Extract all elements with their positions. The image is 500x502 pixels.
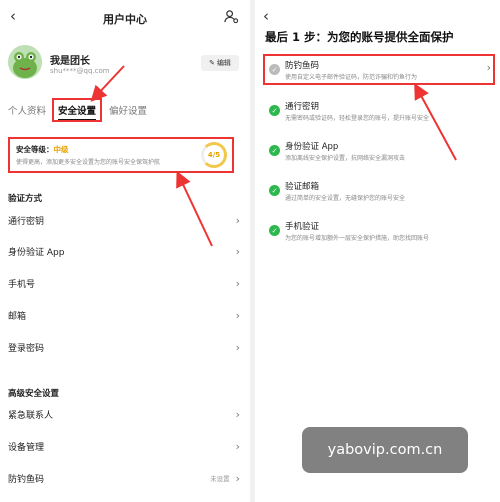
avatar[interactable] xyxy=(8,45,42,79)
chevron-right-icon: › xyxy=(235,471,240,485)
step-desc: 添加离线安全保护设置，抗网络安全漏洞攻击 xyxy=(285,155,406,162)
step-desc: 无需密码或验证码，轻松登录您的账号，提升账号安全 xyxy=(285,115,430,122)
tab-preferences[interactable]: 偏好设置 xyxy=(109,103,147,117)
user-email: shu****@qq.com xyxy=(50,67,110,75)
step-authenticator-app[interactable]: ✓ 身份验证 App 添加离线安全保护设置，抗网络安全漏洞攻击 xyxy=(265,137,491,167)
edit-label: 编辑 xyxy=(216,59,231,67)
step-title: 身份验证 App xyxy=(285,142,339,152)
list-item-label: 身份验证 App xyxy=(8,247,65,258)
list-item-label: 邮箱 xyxy=(8,311,27,322)
user-center-screen: ‹ 用户中心 我是团长 shu****@qq.com ✎ 编辑 个人资料 安全设… xyxy=(0,0,250,502)
list-item-device-management[interactable]: 设备管理 › xyxy=(8,435,240,457)
list-item-label: 通行密钥 xyxy=(8,216,45,227)
list-item-phone[interactable]: 手机号 › xyxy=(8,272,240,294)
edit-icon: ✎ xyxy=(209,59,215,67)
check-circle-icon: ✓ xyxy=(269,225,280,236)
list-item-login-password[interactable]: 登录密码 › xyxy=(8,336,240,358)
verify-section-heading: 验证方式 xyxy=(8,194,43,204)
list-item-label: 登录密码 xyxy=(8,343,45,354)
highlight-box-security-tab xyxy=(52,98,102,122)
step-desc: 使用自定义电子邮件验证码，防范诈骗和钓鱼行为 xyxy=(285,74,418,81)
chevron-right-icon: › xyxy=(486,61,491,74)
chevron-right-icon: › xyxy=(235,244,240,258)
security-level-card[interactable]: 安全等级：中级 使得更高，添加更多安全设置为您的账号安全保驾护航 4/5 xyxy=(8,137,234,173)
list-item-passkey[interactable]: 通行密钥 › xyxy=(8,209,240,231)
step-title: 手机验证 xyxy=(285,222,320,232)
edit-profile-button[interactable]: ✎ 编辑 xyxy=(201,55,239,71)
list-item-authenticator-app[interactable]: 身份验证 App › xyxy=(8,240,240,262)
step-verify-email[interactable]: ✓ 验证邮箱 通过简单的安全设置，无缝保护您的账号安全 xyxy=(265,177,491,207)
screenshot-canvas: ‹ 用户中心 我是团长 shu****@qq.com ✎ 编辑 个人资料 安全设… xyxy=(0,0,500,502)
back-icon[interactable]: ‹ xyxy=(263,9,269,24)
list-item-label: 防钓鱼码 xyxy=(8,474,45,485)
step-desc: 通过简单的安全设置，无缝保护您的账号安全 xyxy=(285,195,406,202)
step-phone-verify[interactable]: ✓ 手机验证 为您的账号增加额外一层安全保护措施，助您找回账号 xyxy=(265,217,491,247)
check-circle-icon: ✓ xyxy=(269,185,280,196)
step-desc: 为您的账号增加额外一层安全保护措施，助您找回账号 xyxy=(285,235,430,242)
list-item-label: 手机号 xyxy=(8,279,36,290)
security-level-prefix: 安全等级： xyxy=(16,145,54,154)
chevron-right-icon: › xyxy=(235,276,240,290)
user-settings-icon[interactable] xyxy=(224,9,239,24)
list-item-status: 未设置 xyxy=(210,475,230,483)
watermark-banner: yabovip.com.cn xyxy=(302,427,468,473)
chevron-right-icon: › xyxy=(235,213,240,227)
list-item-emergency-contact[interactable]: 紧急联系人 › xyxy=(8,403,240,425)
step-anti-phishing-code[interactable]: ✓ 防钓鱼码 使用自定义电子邮件验证码，防范诈骗和钓鱼行为 › xyxy=(263,54,495,85)
steps-title: 最后 1 步：为您的账号提供全面保护 xyxy=(265,30,454,44)
chevron-right-icon: › xyxy=(235,340,240,354)
page-title: 用户中心 xyxy=(103,13,147,26)
step-title: 通行密钥 xyxy=(285,102,320,112)
chevron-right-icon: › xyxy=(235,407,240,421)
security-level-desc: 使得更高，添加更多安全设置为您的账号安全保驾护航 xyxy=(16,159,161,166)
security-score-ring: 4/5 xyxy=(201,142,227,168)
advanced-section-heading: 高级安全设置 xyxy=(8,389,60,399)
security-level-value: 中级 xyxy=(53,145,69,154)
list-item-email[interactable]: 邮箱 › xyxy=(8,304,240,326)
tab-personal-info[interactable]: 个人资料 xyxy=(8,103,46,117)
list-item-label: 紧急联系人 xyxy=(8,410,54,421)
check-circle-icon: ✓ xyxy=(269,105,280,116)
list-item-anti-phishing-code[interactable]: 防钓鱼码 未设置 › xyxy=(8,467,240,489)
pending-check-icon: ✓ xyxy=(269,64,280,75)
step-title: 验证邮箱 xyxy=(285,182,320,192)
step-title: 防钓鱼码 xyxy=(285,61,320,71)
step-passkey[interactable]: ✓ 通行密钥 无需密码或验证码，轻松登录您的账号，提升账号安全 xyxy=(265,97,491,127)
avatar-frog-icon xyxy=(8,45,42,79)
check-circle-icon: ✓ xyxy=(269,145,280,156)
security-level-title: 安全等级：中级 xyxy=(16,144,69,155)
chevron-right-icon: › xyxy=(235,439,240,453)
list-item-label: 设备管理 xyxy=(8,442,45,453)
user-name: 我是团长 xyxy=(50,56,90,67)
chevron-right-icon: › xyxy=(235,308,240,322)
